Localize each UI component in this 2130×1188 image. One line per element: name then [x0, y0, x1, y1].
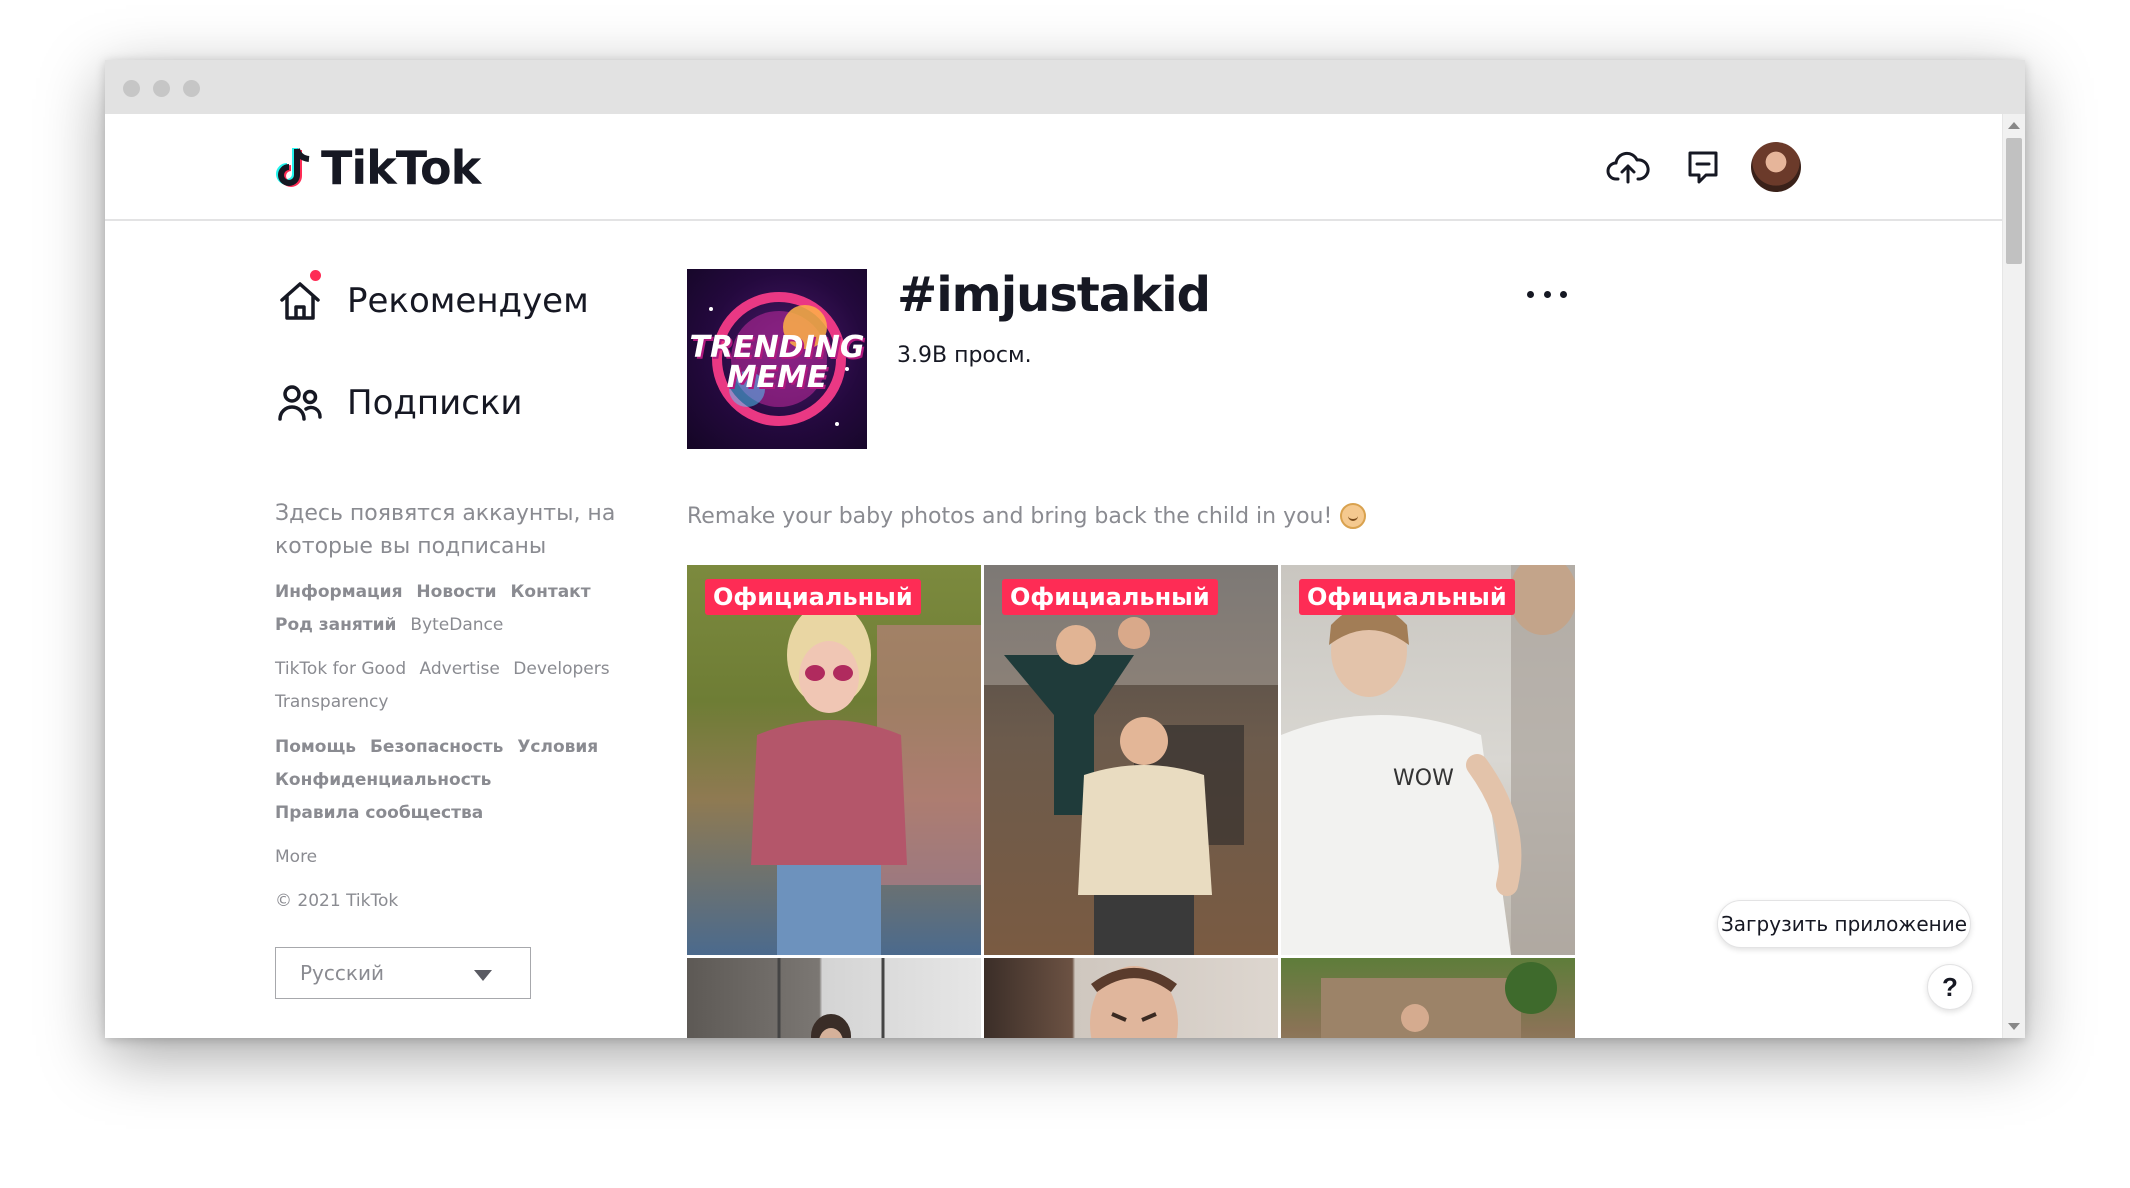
official-badge: Официальный [1299, 579, 1515, 615]
page-viewport: TikTok Рекомендуем Подписки Здесь появят… [105, 114, 2025, 1038]
copyright: © 2021 TikTok [275, 891, 399, 911]
description-text: Remake your baby photos and bring back t… [687, 503, 1333, 529]
link-newsroom[interactable]: Новости [416, 582, 496, 602]
baby-emoji-icon [1340, 503, 1367, 529]
logo-text: TikTok [321, 141, 481, 195]
scrollbar-thumb[interactable] [2006, 138, 2022, 264]
hashtag-cover-image: TRENDING MEME [687, 269, 867, 449]
hashtag-description: Remake your baby photos and bring back t… [687, 503, 1367, 529]
link-contact[interactable]: Контакт [511, 582, 591, 602]
link-advertise[interactable]: Advertise [420, 659, 500, 679]
link-more[interactable]: More [275, 841, 635, 874]
get-app-button[interactable]: Загрузить приложение [1717, 900, 1971, 948]
official-badge: Официальный [705, 579, 921, 615]
top-header: TikTok [105, 114, 2003, 221]
notification-dot [310, 270, 321, 281]
video-card[interactable] [984, 958, 1278, 1038]
dot-icon [1560, 290, 1567, 298]
video-card[interactable]: Официальный [687, 565, 981, 955]
video-thumbnail: WOW [1281, 565, 1575, 955]
video-card[interactable]: Официальный [984, 565, 1278, 955]
video-card[interactable]: WOW Официальный [1281, 565, 1575, 955]
tiktok-note-icon [276, 148, 310, 187]
link-help[interactable]: Помощь [275, 737, 356, 757]
link-careers[interactable]: Род занятий [275, 615, 396, 635]
video-thumbnail [777, 958, 885, 1038]
nav-recommended[interactable]: Рекомендуем [275, 270, 589, 331]
link-developers[interactable]: Developers [513, 659, 609, 679]
browser-window: TikTok Рекомендуем Подписки Здесь появят… [105, 60, 2025, 1038]
users-icon [275, 378, 325, 428]
video-thumbnail [1321, 962, 1557, 1038]
dot-icon [1543, 290, 1551, 298]
hashtag-title: #imjustakid [897, 267, 1211, 323]
scroll-up-arrow-icon[interactable] [2008, 122, 2020, 129]
following-hint: Здесь появятся аккаунты, на которые вы п… [275, 501, 616, 559]
user-avatar[interactable] [1751, 142, 1801, 192]
footer-links-legal: Помощь Безопасность Условия Конфиденциал… [275, 731, 635, 830]
link-safety[interactable]: Безопасность [370, 737, 503, 757]
cover-text-trending: TRENDING [689, 330, 865, 365]
video-thumbnail [1090, 966, 1178, 1038]
window-maximize-dot[interactable] [183, 80, 200, 97]
hashtag-views: 3.9B просм. [897, 343, 1032, 368]
official-badge: Официальный [1002, 579, 1218, 615]
link-terms[interactable]: Условия [517, 737, 598, 757]
link-transparency[interactable]: Transparency [275, 692, 388, 712]
browser-titlebar [105, 60, 2025, 114]
more-options-button[interactable] [1527, 279, 1567, 309]
link-about[interactable]: Информация [275, 582, 402, 602]
cover-text-meme: MEME [726, 360, 828, 395]
help-button[interactable]: ? [1927, 964, 1973, 1010]
link-community-guidelines[interactable]: Правила сообщества [275, 803, 483, 823]
video-card[interactable] [1281, 958, 1575, 1038]
link-tiktok-for-good[interactable]: TikTok for Good [275, 659, 406, 679]
chevron-down-icon [474, 970, 492, 981]
language-select[interactable]: Русский [275, 947, 531, 999]
dot-icon [1527, 290, 1534, 298]
link-privacy[interactable]: Конфиденциальность [275, 770, 491, 790]
language-value: Русский [300, 961, 384, 985]
window-close-dot[interactable] [123, 80, 140, 97]
footer-links-programs: TikTok for Good Advertise Developers Tra… [275, 653, 635, 719]
link-bytedance[interactable]: ByteDance [410, 615, 503, 635]
cloud-upload-icon[interactable] [1603, 142, 1653, 192]
footer-links-company: Информация Новости Контакт Род занятий B… [275, 576, 635, 642]
video-thumbnail [751, 603, 981, 955]
nav-following-label: Подписки [347, 383, 523, 423]
message-icon[interactable] [1678, 142, 1728, 192]
window-minimize-dot[interactable] [153, 80, 170, 97]
home-icon [275, 270, 325, 326]
page-scrollbar[interactable] [2002, 114, 2025, 1038]
svg-text:WOW: WOW [1393, 766, 1454, 791]
nav-recommended-label: Рекомендуем [347, 281, 589, 321]
video-card[interactable] [687, 958, 981, 1038]
nav-following[interactable]: Подписки [275, 373, 523, 433]
tiktok-logo[interactable]: TikTok [275, 140, 481, 196]
video-thumbnail [984, 565, 1278, 955]
scroll-down-arrow-icon[interactable] [2008, 1023, 2020, 1030]
